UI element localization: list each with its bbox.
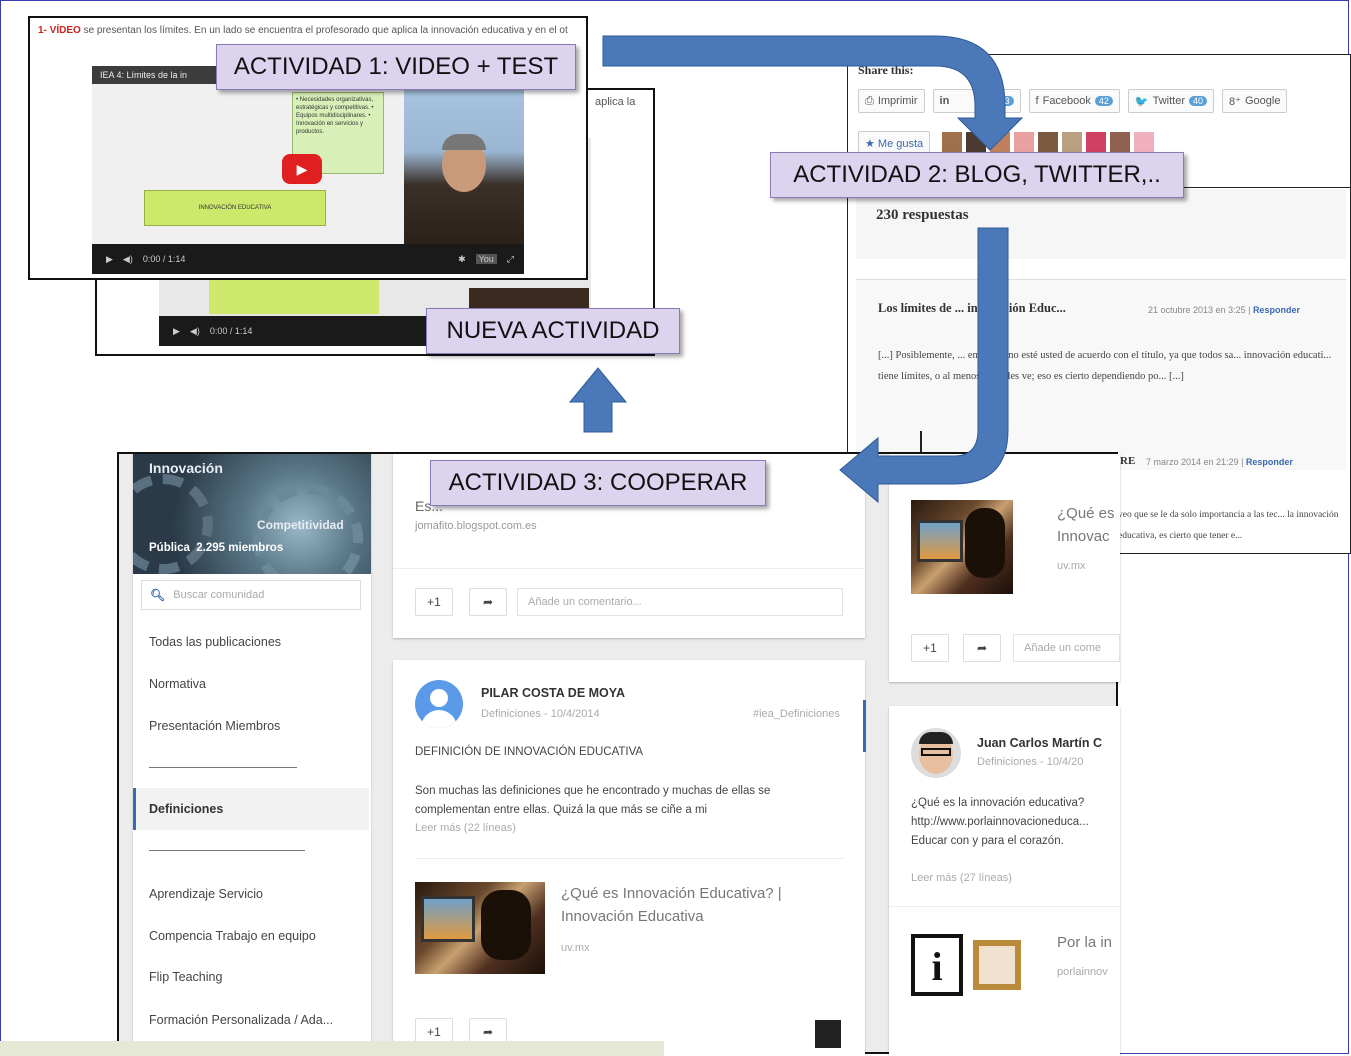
arrow-to-activity2 (602, 35, 1024, 151)
caption-strip (0, 1041, 664, 1056)
callout-nueva-actividad: NUEVA ACTIVIDAD (426, 308, 680, 354)
callout-actividad-2: ACTIVIDAD 2: BLOG, TWITTER,.. (770, 152, 1184, 198)
callout-actividad-1: ACTIVIDAD 1: VIDEO + TEST (216, 44, 576, 90)
arrow-to-activity3 (839, 227, 1009, 504)
arrow-up-nueva (568, 367, 628, 433)
callout-actividad-3: ACTIVIDAD 3: COOPERAR (430, 460, 766, 506)
